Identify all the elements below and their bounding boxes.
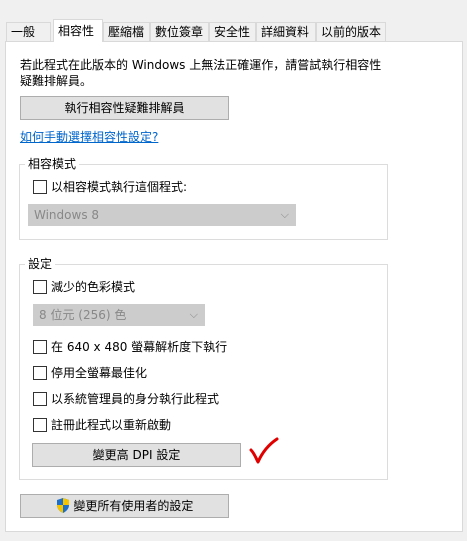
compat-mode-group: 相容模式 以相容模式執行這個程式: Windows 8 ⌵	[19, 157, 388, 240]
tab-digital-signature[interactable]: 數位簽章	[150, 22, 209, 41]
red-checkmark-icon	[249, 437, 279, 464]
run-troubleshooter-button[interactable]: 執行相容性疑難排解員	[20, 96, 229, 120]
manual-compat-link[interactable]: 如何手動選擇相容性設定?	[20, 128, 158, 145]
button-label: 變更高 DPI 設定	[92, 448, 181, 462]
reduced-color-checkbox[interactable]	[33, 279, 47, 294]
settings-group: 設定 減少的色彩模式 8 位元 (256) 色 ⌵ 在 640 x 480 螢幕…	[19, 257, 388, 480]
resolution-640-checkbox[interactable]	[33, 339, 47, 354]
tab-label: 以前的版本	[321, 25, 382, 39]
tab-security[interactable]: 安全性	[209, 22, 256, 41]
disable-fullscreen-checkbox[interactable]	[33, 365, 47, 380]
register-restart-row[interactable]: 註冊此程式以重新啟動	[33, 417, 171, 433]
checkbox-label: 註冊此程式以重新啟動	[51, 418, 172, 432]
reduced-color-row[interactable]: 減少的色彩模式	[33, 279, 135, 295]
uac-shield-icon	[56, 498, 69, 513]
intro-text: 若此程式在此版本的 Windows 上無法正確運作，請嘗試執行相容性 疑難排解員…	[20, 57, 400, 89]
checkbox-label: 在 640 x 480 螢幕解析度下執行	[51, 340, 228, 354]
register-restart-checkbox[interactable]	[33, 417, 47, 432]
checkbox-label: 停用全螢幕最佳化	[51, 366, 148, 380]
resolution-640-row[interactable]: 在 640 x 480 螢幕解析度下執行	[33, 339, 227, 355]
chevron-down-icon: ⌵	[189, 308, 198, 321]
tab-details[interactable]: 詳細資料	[256, 22, 316, 41]
run-as-admin-checkbox[interactable]	[33, 391, 47, 406]
os-version-select[interactable]: Windows 8 ⌵	[28, 204, 296, 226]
compat-mode-checkbox-row[interactable]: 以相容模式執行這個程式:	[33, 179, 187, 195]
tab-strip: 一般 相容性 壓縮檔 數位簽章 安全性 詳細資料 以前的版本	[0, 0, 467, 42]
tab-general[interactable]: 一般	[6, 22, 51, 41]
tab-compressed[interactable]: 壓縮檔	[103, 22, 150, 41]
intro-line-1: 若此程式在此版本的 Windows 上無法正確運作，請嘗試執行相容性	[20, 58, 382, 72]
checkbox-label: 以系統管理員的身分執行此程式	[51, 392, 220, 406]
select-value: Windows 8	[34, 208, 100, 222]
tab-label: 數位簽章	[155, 25, 204, 39]
change-dpi-button[interactable]: 變更高 DPI 設定	[32, 443, 241, 467]
color-depth-select[interactable]: 8 位元 (256) 色 ⌵	[33, 304, 205, 326]
checkbox-label: 減少的色彩模式	[51, 280, 136, 294]
chevron-down-icon: ⌵	[280, 208, 289, 221]
disable-fullscreen-row[interactable]: 停用全螢幕最佳化	[33, 365, 147, 381]
checkbox-label: 以相容模式執行這個程式:	[51, 180, 188, 194]
run-as-admin-row[interactable]: 以系統管理員的身分執行此程式	[33, 391, 219, 407]
tab-label: 詳細資料	[261, 25, 310, 39]
select-value: 8 位元 (256) 色	[39, 308, 127, 322]
compat-mode-checkbox[interactable]	[33, 179, 47, 194]
tab-previous-versions[interactable]: 以前的版本	[316, 22, 386, 41]
tab-compatibility[interactable]: 相容性	[53, 19, 103, 42]
change-all-users-button[interactable]: 變更所有使用者的設定	[20, 494, 229, 518]
tab-label: 一般	[11, 25, 36, 39]
compat-mode-legend: 相容模式	[25, 157, 80, 171]
compatibility-panel: 若此程式在此版本的 Windows 上無法正確運作，請嘗試執行相容性 疑難排解員…	[5, 41, 463, 532]
button-label: 變更所有使用者的設定	[73, 499, 194, 513]
intro-line-2: 疑難排解員。	[20, 74, 93, 88]
tab-label: 安全性	[214, 25, 251, 39]
tab-label: 壓縮檔	[108, 25, 145, 39]
settings-legend: 設定	[25, 257, 56, 271]
button-label: 執行相容性疑難排解員	[64, 101, 185, 115]
tab-label: 相容性	[58, 24, 95, 38]
